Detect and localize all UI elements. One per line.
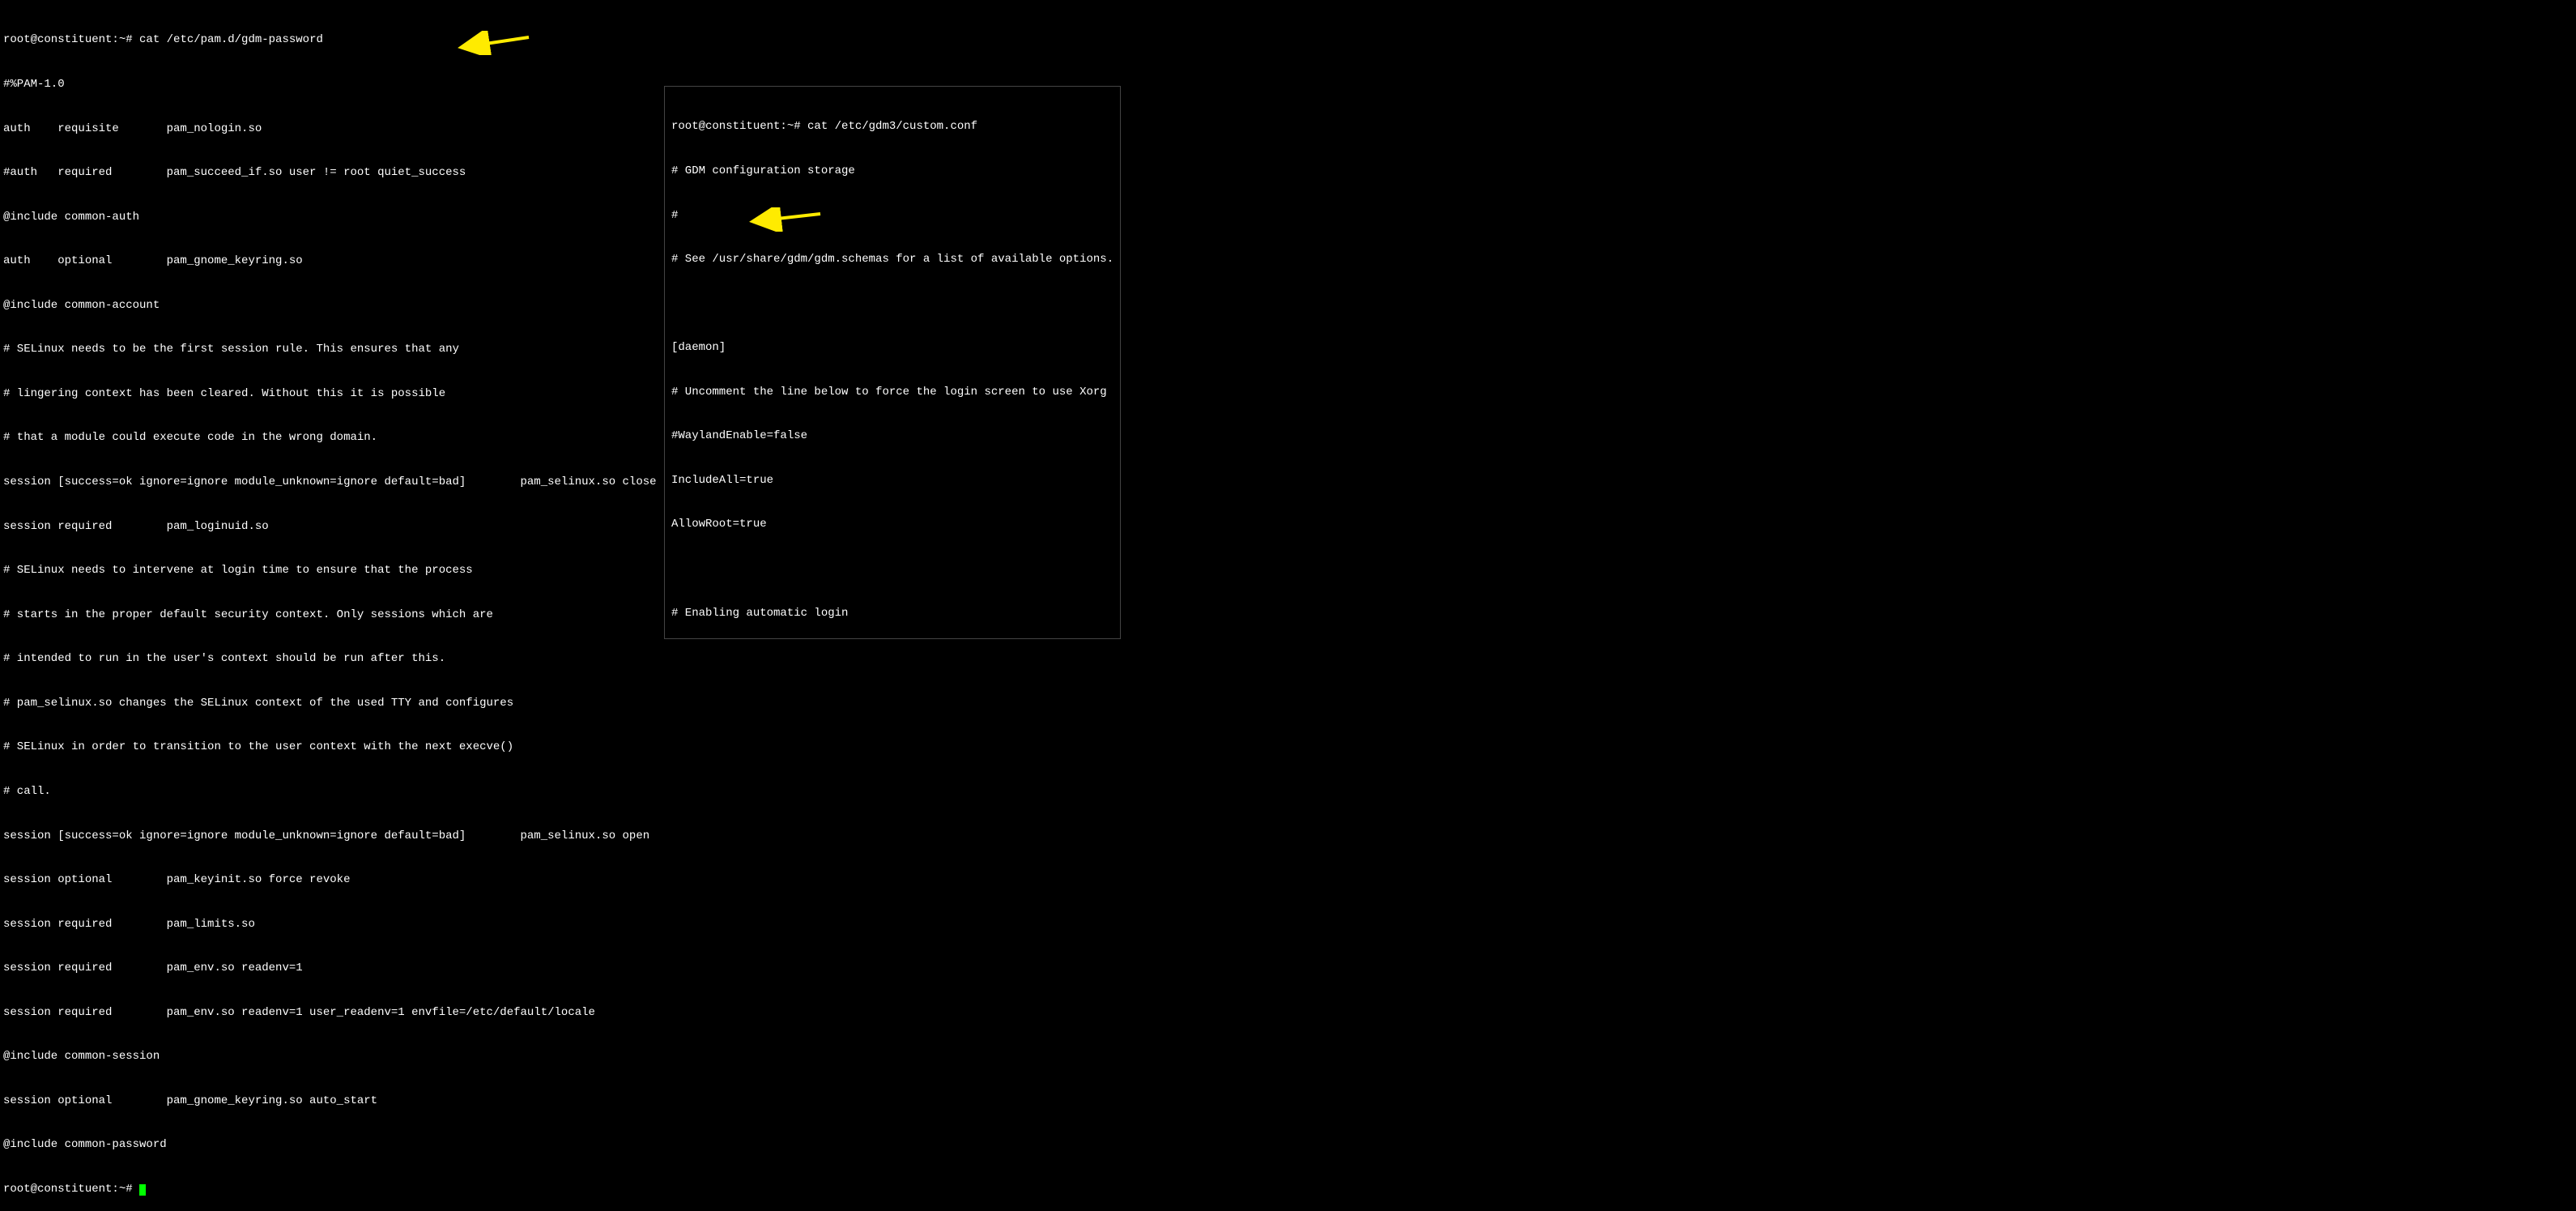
output-line: @include common-password [3,1137,657,1152]
output-line [671,561,1113,576]
command-text: cat /etc/pam.d/gdm-password [139,33,323,46]
output-line: # Uncomment the line below to force the … [671,385,1113,399]
command-text: cat /etc/gdm3/custom.conf [807,120,977,133]
output-line: session optional pam_keyinit.so force re… [3,872,657,887]
output-line: session required pam_env.so readenv=1 [3,961,657,975]
terminal-left-pane[interactable]: root@constituent:~# cat /etc/pam.d/gdm-p… [3,3,657,1211]
output-line: # SELinux in order to transition to the … [3,740,657,754]
output-line: session required pam_limits.so [3,917,657,932]
prompt-text: root@constituent:~# [3,33,139,46]
output-line: AllowRoot=true [671,517,1113,531]
output-line: @include common-account [3,298,657,313]
output-line: # SELinux needs to be the first session … [3,342,657,356]
output-line: #WaylandEnable=false [671,429,1113,443]
output-line: session required pam_loginuid.so [3,519,657,534]
output-line: # intended to run in the user's context … [3,651,657,666]
terminal-right-pane[interactable]: root@constituent:~# cat /etc/gdm3/custom… [664,86,1121,639]
output-line: # starts in the proper default security … [3,608,657,622]
output-line: #auth required pam_succeed_if.so user !=… [3,165,657,180]
output-line: [daemon] [671,340,1113,355]
output-line: # lingering context has been cleared. Wi… [3,386,657,401]
output-line: # call. [3,784,657,799]
prompt-text: root@constituent:~# [3,1183,139,1196]
output-line: session required pam_env.so readenv=1 us… [3,1005,657,1020]
output-line: # See /usr/share/gdm/gdm.schemas for a l… [671,252,1113,267]
output-line: auth optional pam_gnome_keyring.so [3,254,657,268]
cursor-icon [139,1184,146,1196]
output-line: # that a module could execute code in th… [3,430,657,445]
output-line: # [671,208,1113,223]
output-line: # SELinux needs to intervene at login ti… [3,563,657,578]
output-line: session optional pam_gnome_keyring.so au… [3,1094,657,1108]
output-line: #%PAM-1.0 [3,77,657,92]
output-line: session [success=ok ignore=ignore module… [3,475,657,489]
output-line: IncludeAll=true [671,473,1113,488]
output-line: # pam_selinux.so changes the SELinux con… [3,696,657,710]
output-line: # Enabling automatic login [671,606,1113,620]
output-line: @include common-session [3,1049,657,1064]
output-line: # GDM configuration storage [671,164,1113,178]
output-line: auth requisite pam_nologin.so [3,122,657,136]
output-line: @include common-auth [3,210,657,224]
output-line: session [success=ok ignore=ignore module… [3,829,657,843]
output-line [671,296,1113,311]
prompt-text: root@constituent:~# [671,120,807,133]
